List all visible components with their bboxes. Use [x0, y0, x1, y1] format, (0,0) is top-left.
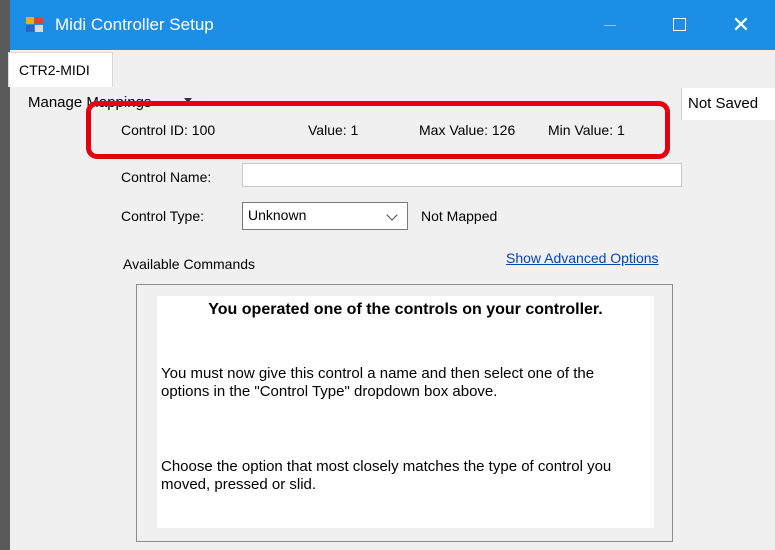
save-status-panel: Not Saved	[681, 88, 775, 120]
control-type-selected: Unknown	[248, 207, 307, 223]
close-icon: ✕	[731, 12, 751, 37]
close-button[interactable]: ✕	[713, 0, 769, 50]
message-paragraph-2: Choose the option that most closely matc…	[161, 458, 612, 493]
chevron-down-icon	[386, 209, 398, 221]
highlight-annotation	[86, 101, 670, 159]
app-window-icon	[26, 17, 44, 33]
control-name-label: Control Name:	[121, 169, 212, 185]
show-advanced-options-link[interactable]: Show Advanced Options	[506, 250, 659, 266]
app-window: Midi Controller Setup ✕ CTR2-MIDI Manage…	[0, 0, 775, 550]
message-paragraph-1: You must now give this control a name an…	[161, 365, 595, 400]
title-bar[interactable]: Midi Controller Setup ✕	[10, 0, 775, 50]
save-status: Not Saved	[688, 95, 759, 112]
minimize-icon	[604, 25, 616, 26]
message-heading: You operated one of the controls on your…	[208, 301, 603, 318]
minimize-button[interactable]	[582, 0, 638, 50]
tab-strip	[10, 50, 775, 90]
control-type-dropdown[interactable]: Unknown	[242, 202, 408, 230]
control-type-label: Control Type:	[121, 208, 205, 224]
available-commands-label: Available Commands	[123, 256, 256, 272]
tab-ctr2-midi[interactable]: CTR2-MIDI	[8, 52, 113, 87]
instruction-message: You operated one of the controls on your…	[157, 296, 654, 528]
tab-label: CTR2-MIDI	[19, 62, 90, 78]
mapping-status: Not Mapped	[421, 208, 498, 224]
control-name-input[interactable]	[242, 163, 682, 187]
maximize-button[interactable]	[652, 0, 708, 50]
window-title: Midi Controller Setup	[55, 15, 214, 34]
maximize-icon	[673, 18, 686, 31]
